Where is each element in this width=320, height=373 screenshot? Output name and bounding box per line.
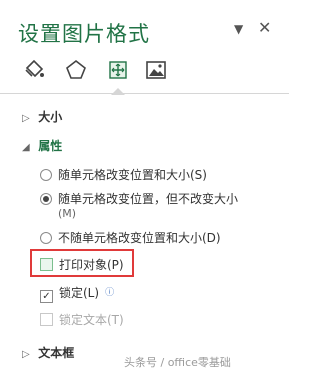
chevron-right-icon: ▷ (22, 113, 30, 124)
radio-dont-move-label: 不随单元格改变位置和大小(D) (58, 231, 221, 245)
checkbox[interactable] (40, 258, 53, 271)
print-object-label: 打印对象(P) (59, 258, 124, 272)
watermark-text: 头条号 / office零基础 (124, 356, 231, 369)
checkbox-disabled (40, 313, 53, 326)
format-picture-pane: 设置图片格式 ▼ ✕ ▷ 大小 ◢ 属性 随单元格改变位置和大小(S) 随单元格… (0, 0, 289, 373)
radio-button[interactable] (40, 232, 52, 244)
checkbox-locked[interactable]: ✓ 锁定(L) ⓘ (40, 284, 114, 303)
fill-line-icon[interactable] (22, 58, 46, 82)
pane-title: 设置图片格式 (18, 22, 150, 46)
section-textbox-label: 文本框 (38, 346, 75, 360)
radio-move-no-size[interactable]: 随单元格改变位置，但不改变大小 (40, 190, 238, 207)
size-properties-icon[interactable] (106, 58, 130, 95)
close-icon[interactable]: ✕ (258, 18, 271, 37)
lock-text-label: 锁定文本(T) (59, 313, 124, 327)
radio-button[interactable] (40, 169, 52, 181)
chevron-down-icon: ◢ (22, 142, 30, 153)
checkbox-lock-text: 锁定文本(T) (40, 311, 124, 328)
locked-label: 锁定(L) (59, 286, 100, 300)
section-properties[interactable]: ◢ 属性 (22, 137, 62, 154)
tabs-divider (0, 93, 289, 94)
effects-icon[interactable] (64, 58, 88, 82)
section-textbox[interactable]: ▷ 文本框 (22, 344, 74, 361)
radio-move-and-size-label: 随单元格改变位置和大小(S) (58, 168, 207, 182)
checkbox-checked[interactable]: ✓ (40, 290, 53, 303)
info-icon[interactable]: ⓘ (105, 285, 114, 298)
picture-icon[interactable] (144, 58, 168, 82)
radio-button-selected[interactable] (40, 193, 52, 205)
radio-move-no-size-shortcut: (M) (58, 207, 77, 220)
radio-move-and-size[interactable]: 随单元格改变位置和大小(S) (40, 166, 207, 183)
section-size[interactable]: ▷ 大小 (22, 108, 62, 125)
section-size-label: 大小 (38, 110, 63, 124)
pane-options-dropdown[interactable]: ▼ (234, 22, 243, 36)
section-properties-label: 属性 (38, 139, 63, 153)
radio-move-no-size-label: 随单元格改变位置，但不改变大小 (58, 192, 239, 206)
checkbox-print-object[interactable]: 打印对象(P) (40, 256, 124, 273)
radio-dont-move-or-size[interactable]: 不随单元格改变位置和大小(D) (40, 229, 221, 246)
chevron-right-icon: ▷ (22, 349, 30, 360)
